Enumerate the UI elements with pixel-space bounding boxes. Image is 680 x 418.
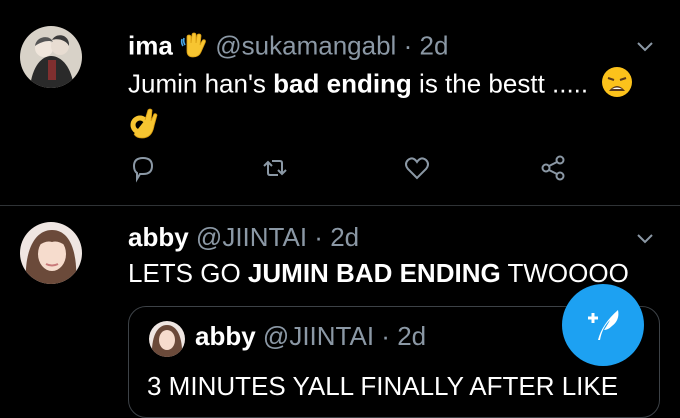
separator-dot: ·	[403, 30, 413, 61]
tweet-text: Jumin han's bad ending is the bestt ....…	[128, 66, 633, 105]
retweet-icon[interactable]	[260, 153, 290, 183]
quoted-text: 3 MINUTES YALL FINALLY AFTER LIKE	[147, 371, 619, 401]
quoted-author-name: abby	[195, 321, 256, 351]
tweet-time[interactable]: 2d	[419, 30, 448, 60]
like-icon[interactable]	[402, 153, 432, 183]
avatar[interactable]	[20, 222, 82, 284]
quoted-time: 2d	[397, 321, 427, 351]
tweet-actions	[128, 153, 588, 187]
separator-dot: ·	[314, 222, 323, 252]
compose-tweet-button[interactable]	[562, 284, 644, 366]
chevron-down-icon[interactable]	[636, 232, 654, 246]
tweet-text: LETS GO JUMIN BAD ENDING TWOOOO	[128, 258, 629, 289]
chevron-down-icon[interactable]	[636, 40, 654, 54]
tweet-time[interactable]: 2d	[330, 222, 359, 252]
tweet[interactable]: ima @sukamangabl · 2d Jumin han's bad en…	[0, 0, 680, 206]
tweet-text-bold: bad ending	[273, 68, 412, 99]
author-handle[interactable]: @JIINTAI	[196, 222, 307, 252]
compose-feather-plus-icon	[588, 310, 619, 340]
author-name[interactable]: abby	[128, 222, 189, 252]
tweet-text-bold: JUMIN BAD ENDING	[247, 258, 501, 288]
tweet-text-part: LETS GO	[128, 258, 248, 288]
separator-dot: ·	[381, 321, 390, 351]
weary-face-emoji	[601, 66, 633, 105]
tweet-header: abby @JIINTAI · 2d	[128, 222, 359, 253]
waving-hand-emoji	[180, 30, 208, 65]
share-icon[interactable]	[538, 153, 568, 183]
tweet-text-part: Jumin	[128, 68, 198, 99]
avatar[interactable]	[20, 26, 82, 88]
tweet-text-part: han's	[197, 68, 274, 99]
ok-hand-emoji	[130, 108, 158, 145]
tweet-text-part: is the bestt .....	[411, 68, 589, 99]
tweet-header: ima @sukamangabl · 2d	[128, 30, 448, 65]
author-handle[interactable]: @sukamangabl	[215, 30, 396, 60]
reply-icon[interactable]	[128, 153, 158, 183]
quoted-avatar	[149, 321, 185, 357]
author-name[interactable]: ima	[128, 30, 173, 60]
quoted-header: abby @JIINTAI · 2d	[195, 321, 426, 352]
quoted-author-handle: @JIINTAI	[262, 321, 375, 351]
